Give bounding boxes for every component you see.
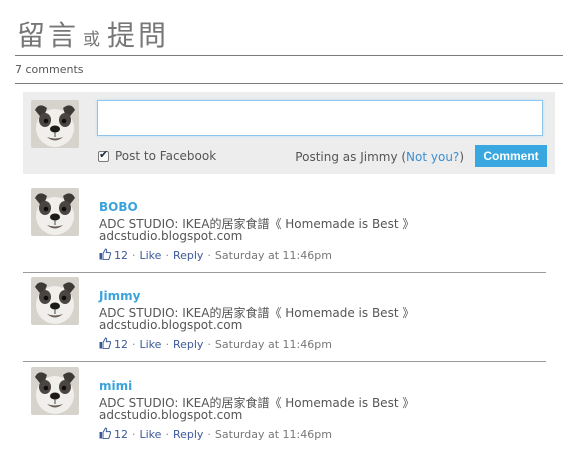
reply-link[interactable]: Reply — [173, 249, 203, 262]
comment-item: Jimmy ADC STUDIO: IKEA的居家食譜《 Homemade is… — [23, 277, 546, 362]
comment-timestamp[interactable]: Saturday at 11:46pm — [215, 249, 332, 262]
title-or: 或 — [83, 30, 104, 50]
separator-dot: · — [132, 428, 136, 441]
thumbs-up-icon[interactable] — [99, 248, 112, 263]
title-part-leave-message: 留言 — [17, 19, 80, 52]
reply-link[interactable]: Reply — [173, 428, 203, 441]
comment-link[interactable]: adcstudio.blogspot.com — [99, 408, 242, 422]
thumbs-up-icon[interactable] — [99, 337, 112, 352]
comment-actions: 12 · Like · Reply · Saturday at 11:46pm — [99, 337, 332, 352]
thumbs-up-icon[interactable] — [99, 427, 112, 442]
posting-as-prefix: Posting as Jimmy ( — [295, 150, 407, 164]
comment-item: mimi ADC STUDIO: IKEA的居家食譜《 Homemade is … — [23, 367, 546, 451]
bulldog-avatar-icon[interactable] — [31, 367, 79, 415]
page-title: 留言或提問 — [17, 14, 169, 54]
comment-link[interactable]: adcstudio.blogspot.com — [99, 318, 242, 332]
post-to-facebook-checkbox[interactable]: ✔ — [98, 147, 109, 162]
comment-input[interactable] — [97, 100, 543, 136]
like-count: 12 — [114, 249, 128, 262]
comment-actions: 12 · Like · Reply · Saturday at 11:46pm — [99, 427, 332, 442]
like-link[interactable]: Like — [140, 338, 162, 351]
comment-timestamp[interactable]: Saturday at 11:46pm — [215, 428, 332, 441]
bulldog-avatar-icon[interactable] — [31, 100, 79, 148]
separator-dot: · — [207, 249, 211, 262]
comment-item: BOBO ADC STUDIO: IKEA的居家食譜《 Homemade is … — [23, 188, 546, 273]
comment-timestamp[interactable]: Saturday at 11:46pm — [215, 338, 332, 351]
post-to-facebook-label: Post to Facebook — [115, 149, 217, 163]
separator-dot: · — [207, 338, 211, 351]
separator-dot: · — [165, 428, 169, 441]
like-link[interactable]: Like — [140, 428, 162, 441]
separator-dot: · — [132, 338, 136, 351]
comment-composer: ✔ Post to Facebook Posting as Jimmy (Not… — [23, 92, 555, 174]
page-header: 留言或提問 — [15, 10, 563, 56]
posting-as-text: Posting as Jimmy (Not you?) — [295, 150, 464, 164]
post-to-facebook-option[interactable]: ✔ Post to Facebook — [98, 147, 217, 163]
reply-link[interactable]: Reply — [173, 338, 203, 351]
checkmark-icon: ✔ — [99, 147, 109, 161]
comment-author[interactable]: mimi — [99, 379, 132, 393]
comment-actions: 12 · Like · Reply · Saturday at 11:46pm — [99, 248, 332, 263]
comment-author[interactable]: Jimmy — [99, 289, 140, 303]
bulldog-avatar-icon[interactable] — [31, 188, 79, 236]
title-part-ask-question: 提問 — [107, 19, 170, 52]
comment-link[interactable]: adcstudio.blogspot.com — [99, 229, 242, 243]
separator-dot: · — [207, 428, 211, 441]
comment-count-bar: 7 comments — [15, 56, 563, 84]
comment-count: 7 comments — [15, 63, 84, 76]
bulldog-avatar-icon[interactable] — [31, 277, 79, 325]
like-count: 12 — [114, 338, 128, 351]
separator-dot: · — [165, 249, 169, 262]
posting-as-suffix: ) — [459, 150, 464, 164]
comment-submit-button[interactable]: Comment — [475, 145, 547, 167]
not-you-link[interactable]: Not you? — [406, 150, 459, 164]
separator-dot: · — [165, 338, 169, 351]
like-link[interactable]: Like — [140, 249, 162, 262]
comment-author[interactable]: BOBO — [99, 200, 138, 214]
separator-dot: · — [132, 249, 136, 262]
like-count: 12 — [114, 428, 128, 441]
